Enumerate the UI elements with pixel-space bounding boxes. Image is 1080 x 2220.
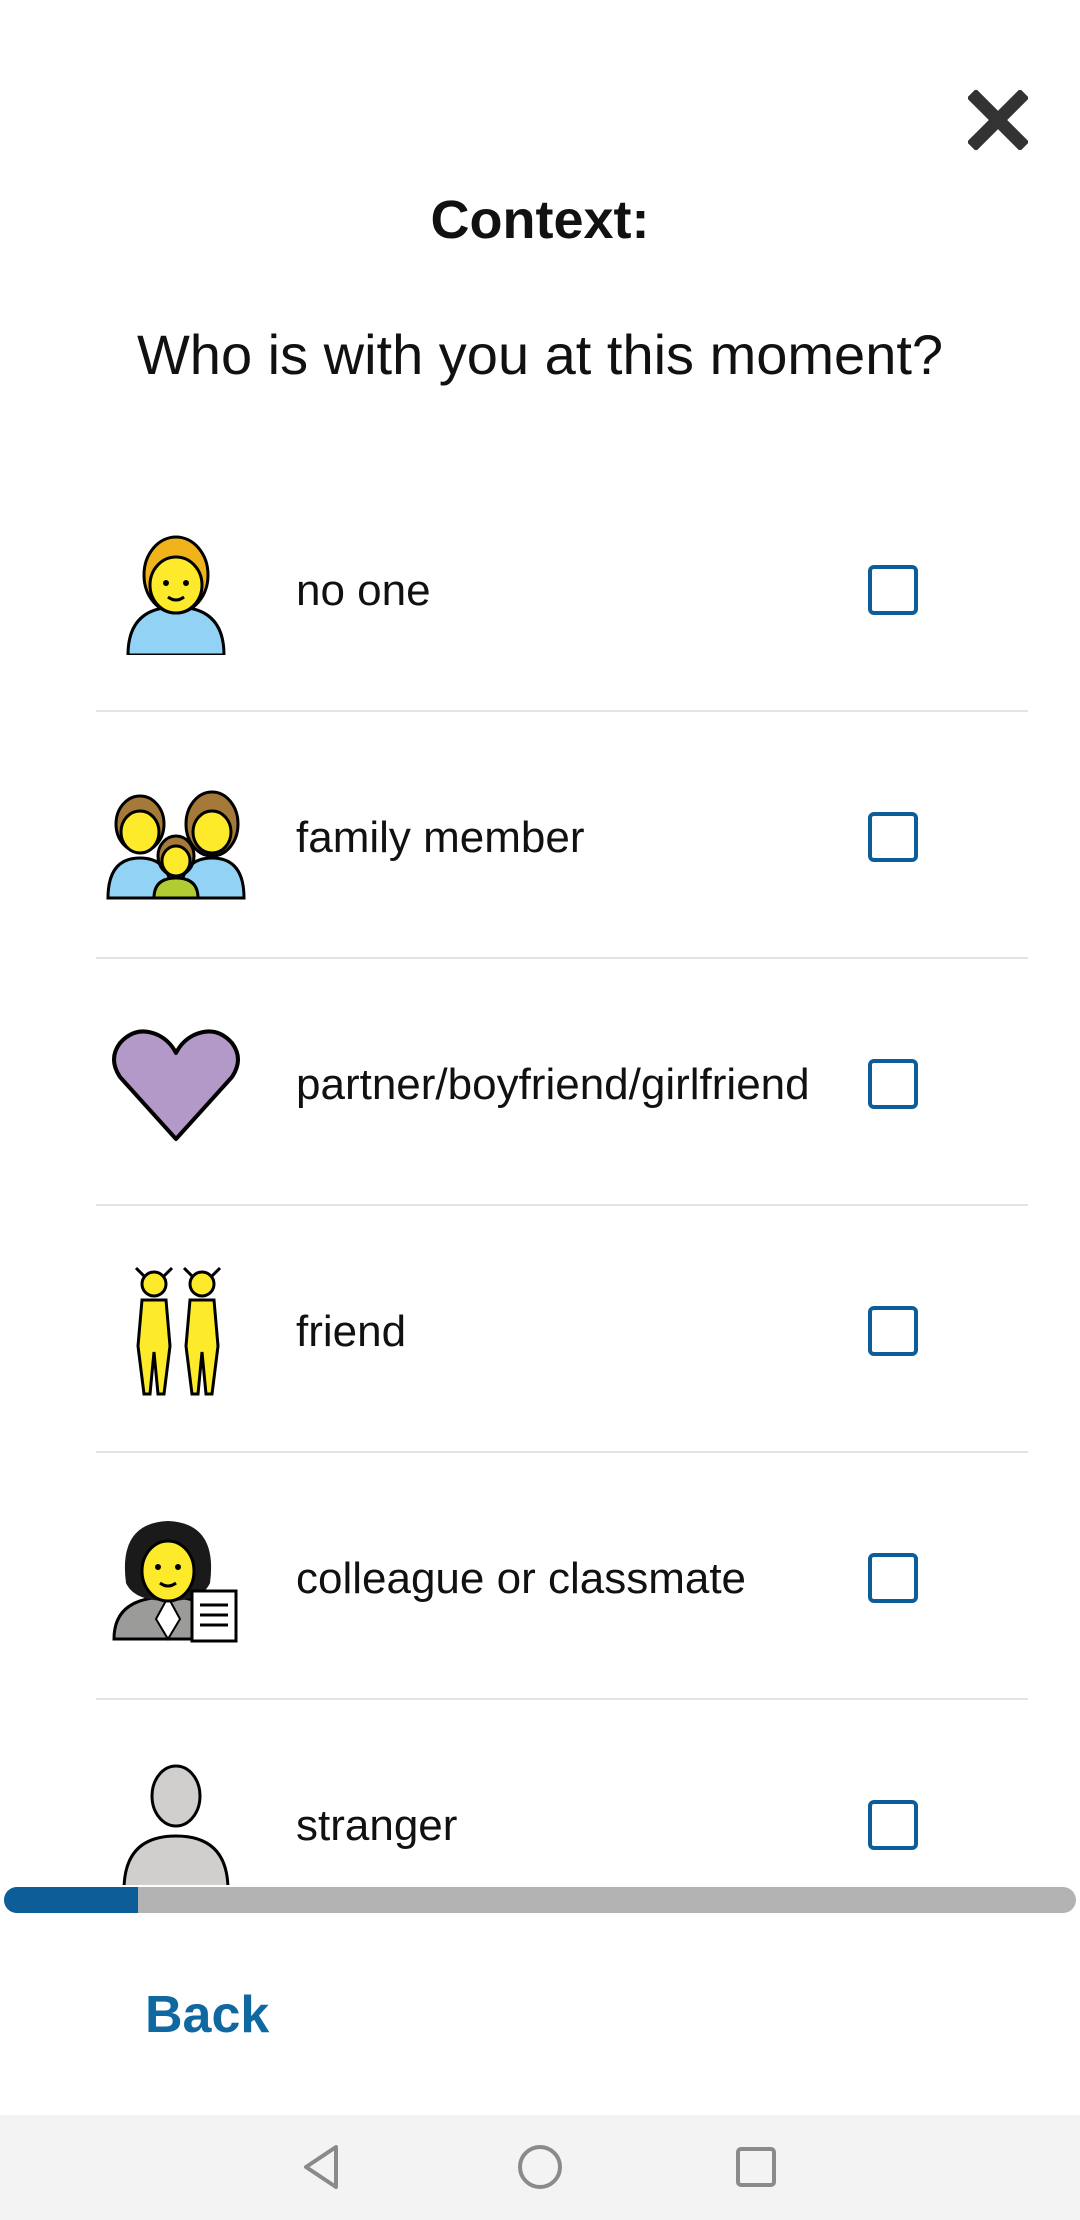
nav-home-button[interactable] (510, 2137, 570, 2197)
checkbox[interactable] (868, 1059, 918, 1109)
friends-icon (134, 1266, 222, 1396)
circle-home-icon (518, 2145, 562, 2189)
checkbox[interactable] (868, 565, 918, 615)
options-list: no one family member partner/boyfriend/g… (96, 465, 1028, 1885)
nav-back-button[interactable] (292, 2137, 352, 2197)
question-text: Who is with you at this moment? (136, 323, 944, 386)
square-recents-icon (736, 2147, 776, 2187)
option-label: partner/boyfriend/girlfriend (296, 1060, 810, 1109)
page-title: Context: (430, 190, 650, 250)
checkbox[interactable] (868, 1306, 918, 1356)
option-label: stranger (296, 1801, 458, 1850)
option-no-one[interactable]: no one (96, 465, 1028, 712)
close-button[interactable] (966, 88, 1030, 152)
option-label: colleague or classmate (296, 1554, 747, 1603)
checkbox[interactable] (868, 812, 918, 862)
person-icon (126, 535, 226, 655)
option-label: friend (296, 1307, 407, 1356)
option-partner[interactable]: partner/boyfriend/girlfriend (96, 959, 1028, 1206)
purple-heart-icon (112, 1029, 240, 1141)
back-button[interactable]: Back (145, 1985, 269, 2045)
checkbox[interactable] (868, 1553, 918, 1603)
progress-bar (4, 1887, 1076, 1913)
office-worker-icon (112, 1521, 238, 1643)
checkbox[interactable] (868, 1800, 918, 1850)
nav-recents-button[interactable] (726, 2137, 786, 2197)
option-stranger[interactable]: stranger (96, 1700, 1028, 1885)
option-label: no one (296, 566, 431, 615)
system-nav-bar (0, 2115, 1080, 2220)
progress-fill (4, 1887, 138, 1913)
option-family-member[interactable]: family member (96, 712, 1028, 959)
close-icon (966, 88, 1030, 152)
option-friend[interactable]: friend (96, 1206, 1028, 1453)
family-icon (106, 790, 246, 900)
option-colleague[interactable]: colleague or classmate (96, 1453, 1028, 1700)
silhouette-icon (122, 1764, 230, 1885)
option-label: family member (296, 813, 585, 862)
triangle-back-icon (304, 2145, 338, 2189)
